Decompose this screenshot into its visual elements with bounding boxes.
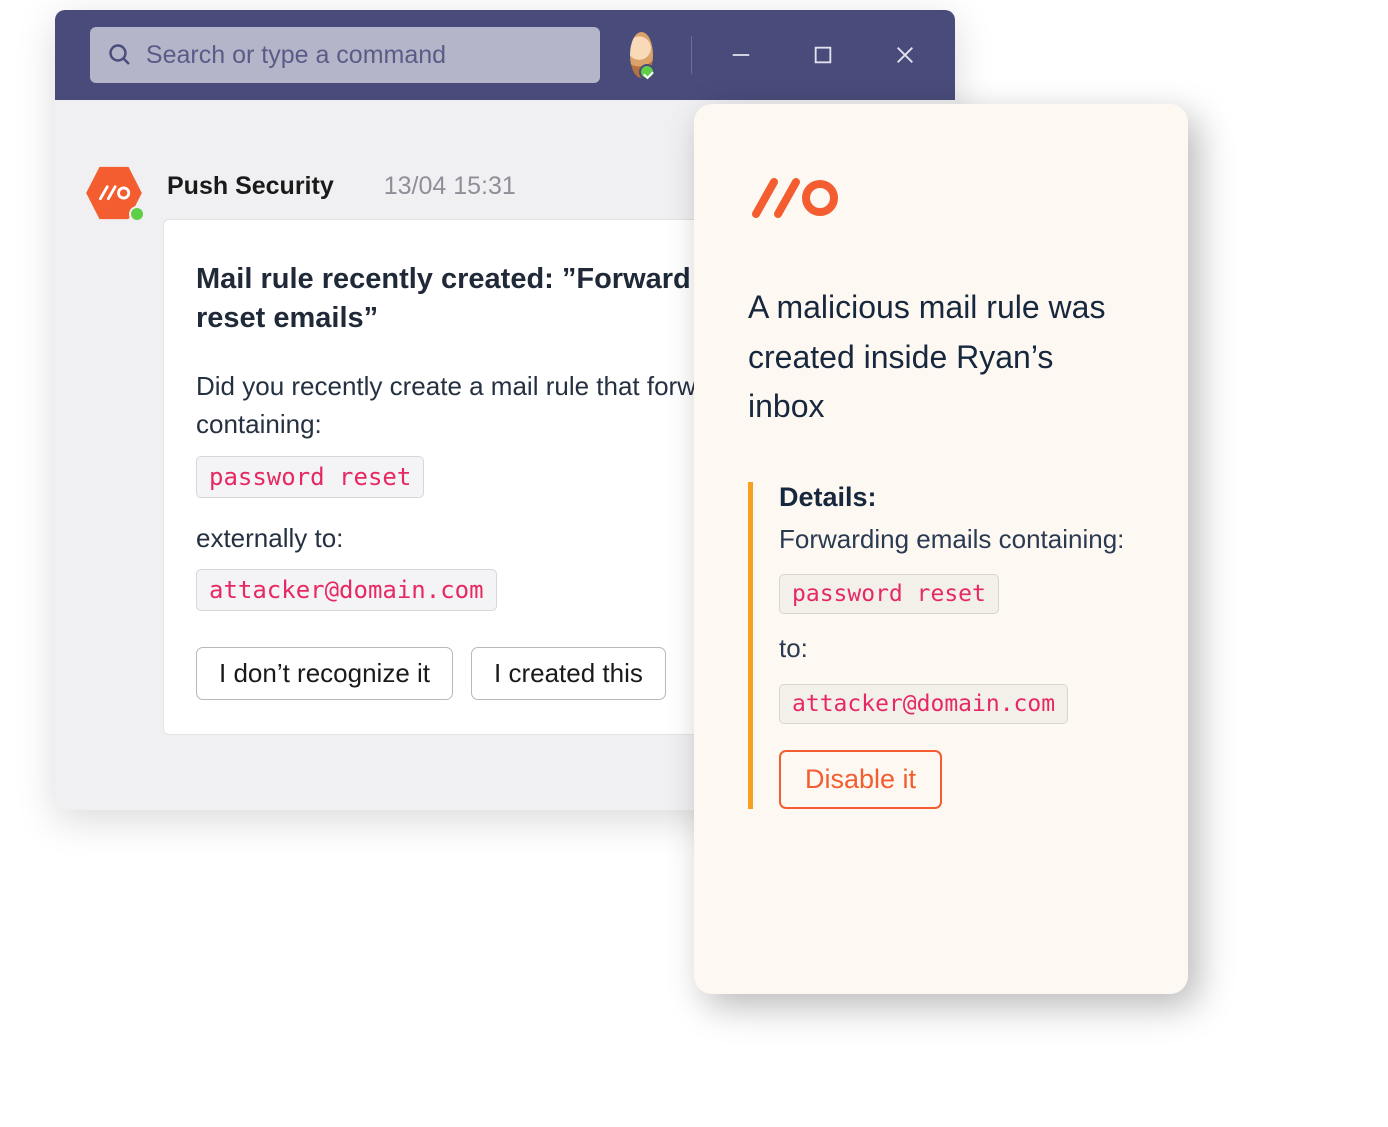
message-timestamp: 13/04 15:31 [384, 172, 516, 201]
disable-it-button[interactable]: Disable it [779, 750, 942, 809]
i-created-this-button[interactable]: I created this [471, 647, 666, 700]
panel-recipient-chip: attacker@domain.com [779, 684, 1068, 724]
close-button[interactable] [893, 43, 917, 67]
user-avatar[interactable] [630, 32, 653, 78]
to-label: to: [779, 628, 1134, 670]
presence-available-icon [639, 64, 655, 80]
forwarding-label: Forwarding emails containing: [779, 519, 1134, 561]
search-box[interactable] [90, 27, 600, 83]
panel-headline: A malicious mail rule was created inside… [748, 283, 1134, 432]
panel-keyword-chip: password reset [779, 574, 999, 614]
search-icon [108, 42, 132, 68]
search-input[interactable] [146, 41, 582, 70]
keyword-chip: password reset [196, 456, 424, 498]
alert-panel: A malicious mail rule was created inside… [694, 104, 1188, 994]
presence-available-icon [129, 206, 145, 222]
maximize-button[interactable] [811, 43, 835, 67]
dont-recognize-button[interactable]: I don’t recognize it [196, 647, 453, 700]
minimize-button[interactable] [729, 43, 753, 67]
push-security-logo-icon [748, 178, 1134, 225]
recipient-chip: attacker@domain.com [196, 569, 497, 611]
details-block: Details: Forwarding emails containing: p… [748, 482, 1134, 809]
bot-avatar [85, 164, 143, 222]
sender-name: Push Security [167, 172, 334, 201]
window-titlebar [55, 10, 955, 100]
window-controls [729, 43, 917, 67]
details-heading: Details: [779, 482, 1134, 513]
